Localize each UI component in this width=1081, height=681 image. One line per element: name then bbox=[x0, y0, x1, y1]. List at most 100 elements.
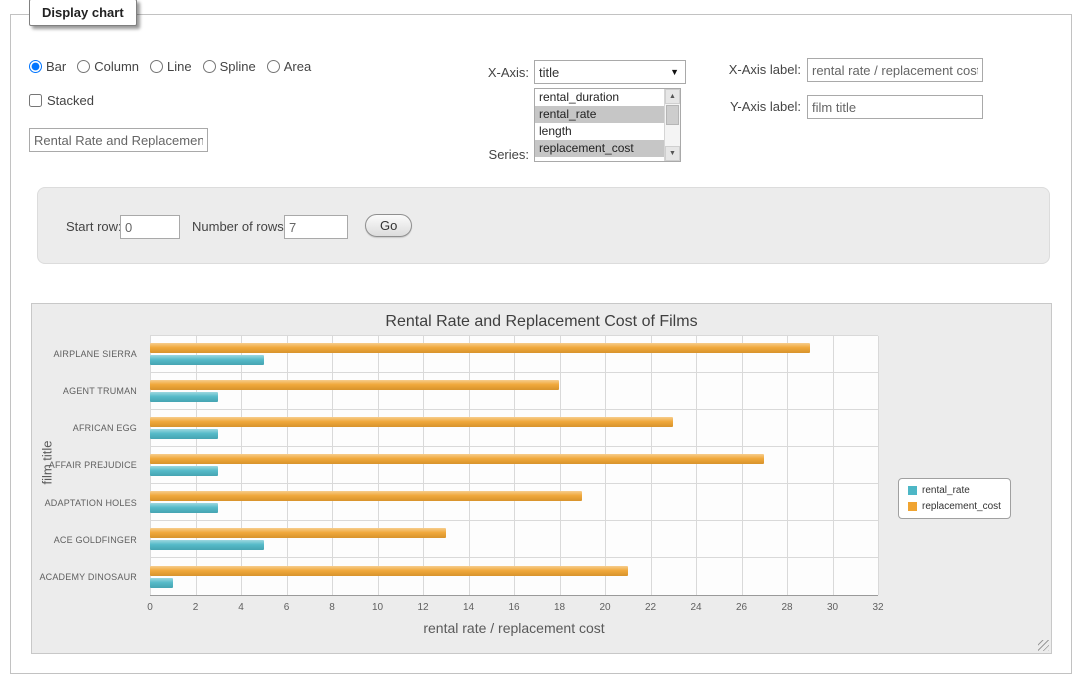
category-label: AGENT TRUMAN bbox=[32, 372, 144, 409]
chart-type-option-column[interactable]: Column bbox=[77, 59, 139, 74]
category-row bbox=[150, 373, 878, 410]
legend-label: replacement_cost bbox=[922, 501, 1001, 512]
bar-rental_rate bbox=[150, 503, 218, 513]
category-label: ADAPTATION HOLES bbox=[32, 484, 144, 521]
panel-title: Display chart bbox=[29, 0, 137, 26]
legend-item-replacement_cost[interactable]: replacement_cost bbox=[908, 501, 1001, 512]
x-tick-label: 18 bbox=[554, 602, 565, 613]
bar-replacement_cost bbox=[150, 491, 582, 501]
x-tick-label: 12 bbox=[417, 602, 428, 613]
category-row bbox=[150, 521, 878, 558]
category-row bbox=[150, 558, 878, 595]
category-label: ACADEMY DINOSAUR bbox=[32, 559, 144, 596]
y-axis-label-input[interactable] bbox=[807, 95, 983, 119]
bar-rental_rate bbox=[150, 355, 264, 365]
y-axis-label-field-label: Y-Axis label: bbox=[711, 99, 801, 114]
legend-swatch-icon bbox=[908, 486, 917, 495]
category-row bbox=[150, 336, 878, 373]
category-axis-labels: AIRPLANE SIERRAAGENT TRUMANAFRICAN EGGAF… bbox=[32, 335, 144, 596]
gridline bbox=[878, 336, 879, 595]
chart-area: Rental Rate and Replacement Cost of Film… bbox=[31, 303, 1052, 654]
legend-swatch-icon bbox=[908, 502, 917, 511]
series-listbox[interactable]: rental_durationrental_ratelengthreplacem… bbox=[534, 88, 681, 162]
series-label: Series: bbox=[441, 147, 529, 162]
category-label: ACE GOLDFINGER bbox=[32, 521, 144, 558]
series-listbox-scrollbar[interactable]: ▲ ▼ bbox=[664, 89, 680, 161]
resize-handle-icon[interactable] bbox=[1038, 640, 1049, 651]
scrollbar-track[interactable] bbox=[665, 104, 680, 146]
chart-type-option-line[interactable]: Line bbox=[150, 59, 192, 74]
scroll-up-icon[interactable]: ▲ bbox=[665, 89, 680, 104]
display-chart-panel: Display chart BarColumnLineSplineArea St… bbox=[10, 14, 1072, 674]
x-tick-label: 8 bbox=[329, 602, 335, 613]
chart-type-radio-spline[interactable] bbox=[203, 60, 216, 73]
bar-replacement_cost bbox=[150, 380, 559, 390]
x-tick-label: 16 bbox=[508, 602, 519, 613]
x-tick-label: 2 bbox=[193, 602, 199, 613]
chart-type-radio-line[interactable] bbox=[150, 60, 163, 73]
chart-title: Rental Rate and Replacement Cost of Film… bbox=[32, 313, 1051, 331]
bar-rental_rate bbox=[150, 466, 218, 476]
bar-replacement_cost bbox=[150, 343, 810, 353]
x-tick-label: 28 bbox=[781, 602, 792, 613]
start-row-label: Start row: bbox=[66, 219, 122, 234]
bar-rental_rate bbox=[150, 578, 173, 588]
x-tick-label: 20 bbox=[599, 602, 610, 613]
x-tick-label: 26 bbox=[736, 602, 747, 613]
bar-rental_rate bbox=[150, 540, 264, 550]
x-tick-label: 24 bbox=[690, 602, 701, 613]
stacked-label: Stacked bbox=[47, 93, 94, 108]
x-tick-label: 4 bbox=[238, 602, 244, 613]
category-row bbox=[150, 484, 878, 521]
category-label: AIRPLANE SIERRA bbox=[32, 335, 144, 372]
x-axis-label-field-label: X-Axis label: bbox=[711, 62, 801, 77]
x-axis-select[interactable]: title ▼ bbox=[534, 60, 686, 84]
x-axis-label-input[interactable] bbox=[807, 58, 983, 82]
x-tick-label: 10 bbox=[372, 602, 383, 613]
chart-type-option-bar[interactable]: Bar bbox=[29, 59, 66, 74]
x-tick-label: 6 bbox=[284, 602, 290, 613]
x-axis-selected-value: title bbox=[539, 65, 670, 80]
chart-type-option-spline[interactable]: Spline bbox=[203, 59, 256, 74]
chart-x-axis-title: rental rate / replacement cost bbox=[150, 620, 878, 636]
category-row bbox=[150, 410, 878, 447]
x-tick-label: 0 bbox=[147, 602, 153, 613]
go-button[interactable]: Go bbox=[365, 214, 412, 237]
x-tick-label: 22 bbox=[645, 602, 656, 613]
chart-type-radio-column[interactable] bbox=[77, 60, 90, 73]
chart-type-radio-area[interactable] bbox=[267, 60, 280, 73]
series-option-rental_rate[interactable]: rental_rate bbox=[535, 106, 664, 123]
scrollbar-thumb[interactable] bbox=[666, 105, 679, 125]
number-of-rows-label: Number of rows: bbox=[192, 219, 287, 234]
category-label: AFRICAN EGG bbox=[32, 410, 144, 447]
bar-rental_rate bbox=[150, 392, 218, 402]
series-option-length[interactable]: length bbox=[535, 123, 664, 140]
series-option-rental_duration[interactable]: rental_duration bbox=[535, 89, 664, 106]
stacked-checkbox[interactable] bbox=[29, 94, 42, 107]
chart-type-radio-group: Bar Column Line Spline Area bbox=[29, 59, 322, 74]
chart-legend: rental_rate replacement_cost bbox=[898, 478, 1011, 519]
x-axis-label: X-Axis: bbox=[441, 65, 529, 80]
bar-replacement_cost bbox=[150, 566, 628, 576]
category-row bbox=[150, 447, 878, 484]
dropdown-arrow-icon: ▼ bbox=[670, 67, 681, 77]
chart-type-option-area[interactable]: Area bbox=[267, 59, 311, 74]
bar-replacement_cost bbox=[150, 417, 673, 427]
row-range-panel: Start row: Number of rows: Go bbox=[37, 187, 1050, 264]
legend-item-rental_rate[interactable]: rental_rate bbox=[908, 485, 1001, 496]
scroll-down-icon[interactable]: ▼ bbox=[665, 146, 680, 161]
x-axis-ticks: 02468101214161820222426283032 bbox=[150, 602, 878, 615]
number-of-rows-input[interactable] bbox=[284, 215, 348, 239]
x-tick-label: 30 bbox=[827, 602, 838, 613]
bar-rental_rate bbox=[150, 429, 218, 439]
series-option-replacement_cost[interactable]: replacement_cost bbox=[535, 140, 664, 157]
legend-label: rental_rate bbox=[922, 485, 970, 496]
stacked-option[interactable]: Stacked bbox=[29, 93, 94, 108]
bar-replacement_cost bbox=[150, 454, 764, 464]
bar-replacement_cost bbox=[150, 528, 446, 538]
chart-title-input[interactable] bbox=[29, 128, 208, 152]
x-tick-label: 14 bbox=[463, 602, 474, 613]
plot-area bbox=[150, 335, 878, 596]
chart-type-radio-bar[interactable] bbox=[29, 60, 42, 73]
start-row-input[interactable] bbox=[120, 215, 180, 239]
